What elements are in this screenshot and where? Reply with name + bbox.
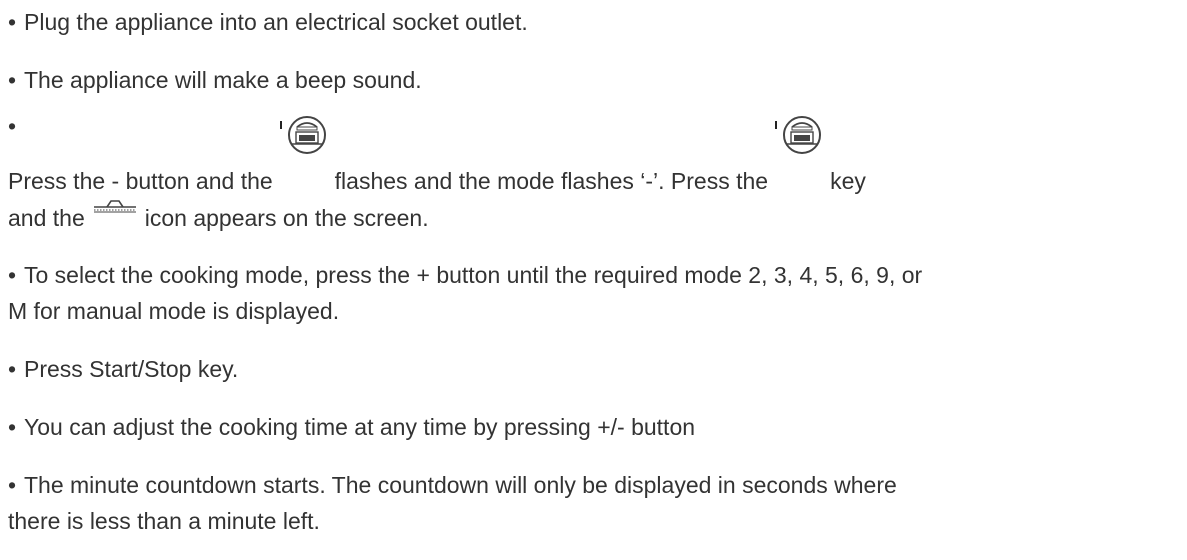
- list-item: • To select the cooking mode, press the +…: [8, 257, 1158, 293]
- item-text: flashes and the mode flashes ‘-’. Press …: [334, 168, 769, 194]
- item-text: Plug the appliance into an electrical so…: [24, 9, 528, 35]
- item-text: M for manual mode is displayed.: [8, 298, 340, 324]
- bullet: •: [8, 356, 17, 382]
- item-text: Press Start/Stop key.: [24, 356, 239, 382]
- item-text: Press the - button and the: [8, 168, 273, 194]
- list-item: Press the - button and the flashes and t…: [8, 116, 1158, 199]
- item-text: and the: [8, 205, 85, 231]
- steam-pot-icon: [772, 116, 824, 193]
- list-item: • The appliance will make a beep sound.: [8, 62, 1158, 98]
- item-text: key: [830, 168, 866, 194]
- bullet: •: [8, 9, 17, 35]
- item-text: there is less than a minute left.: [8, 508, 320, 534]
- item-text: The minute countdown starts. The countdo…: [24, 472, 897, 498]
- instruction-list: • Plug the appliance into an electrical s…: [0, 0, 1187, 560]
- list-item: • You can adjust the cooking time at any …: [8, 409, 1158, 445]
- tray-icon: [93, 200, 137, 226]
- item-text: icon appears on the screen.: [144, 205, 429, 231]
- list-item: • Press Start/Stop key.: [8, 351, 1158, 387]
- list-item-continuation: M for manual mode is displayed.: [8, 293, 1158, 329]
- bullet: •: [8, 262, 17, 288]
- item-text: To select the cooking mode, press the + …: [24, 262, 923, 288]
- list-item-continuation: there is less than a minute left.: [8, 503, 1158, 539]
- bullet: •: [8, 472, 17, 498]
- item-text: The appliance will make a beep sound.: [24, 67, 422, 93]
- list-item: • Plug the appliance into an electrical s…: [8, 4, 1158, 40]
- steam-pot-icon: [277, 116, 329, 193]
- bullet: •: [8, 414, 17, 440]
- bullet: •: [8, 113, 17, 139]
- list-item-continuation: and the icon appears on the screen.: [8, 200, 1158, 236]
- bullet: •: [8, 67, 17, 93]
- item-text: You can adjust the cooking time at any t…: [24, 414, 696, 440]
- list-item: • The minute countdown starts. The countd…: [8, 467, 1158, 503]
